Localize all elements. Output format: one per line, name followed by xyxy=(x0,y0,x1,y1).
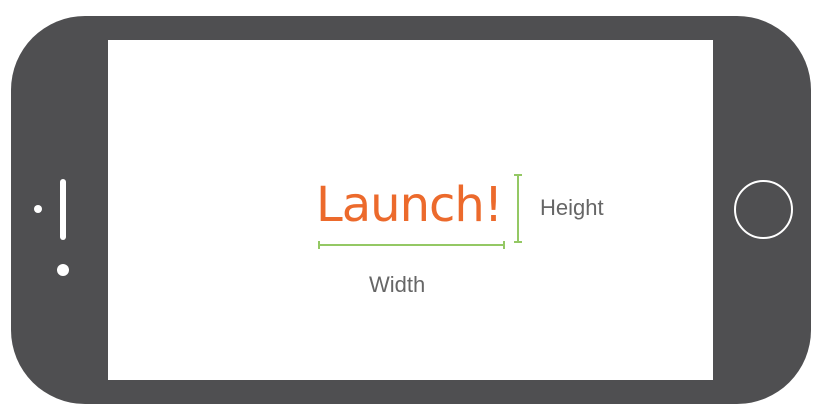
height-label: Height xyxy=(540,195,604,220)
height-dimension-mark xyxy=(514,174,522,243)
width-dimension-mark xyxy=(318,241,505,249)
speaker-slot xyxy=(60,179,66,240)
width-label: Width xyxy=(369,272,426,297)
front-camera-dot xyxy=(34,205,42,213)
sensor-dot xyxy=(57,264,69,276)
home-button[interactable] xyxy=(734,180,793,239)
launch-label: Launch! xyxy=(316,177,503,233)
